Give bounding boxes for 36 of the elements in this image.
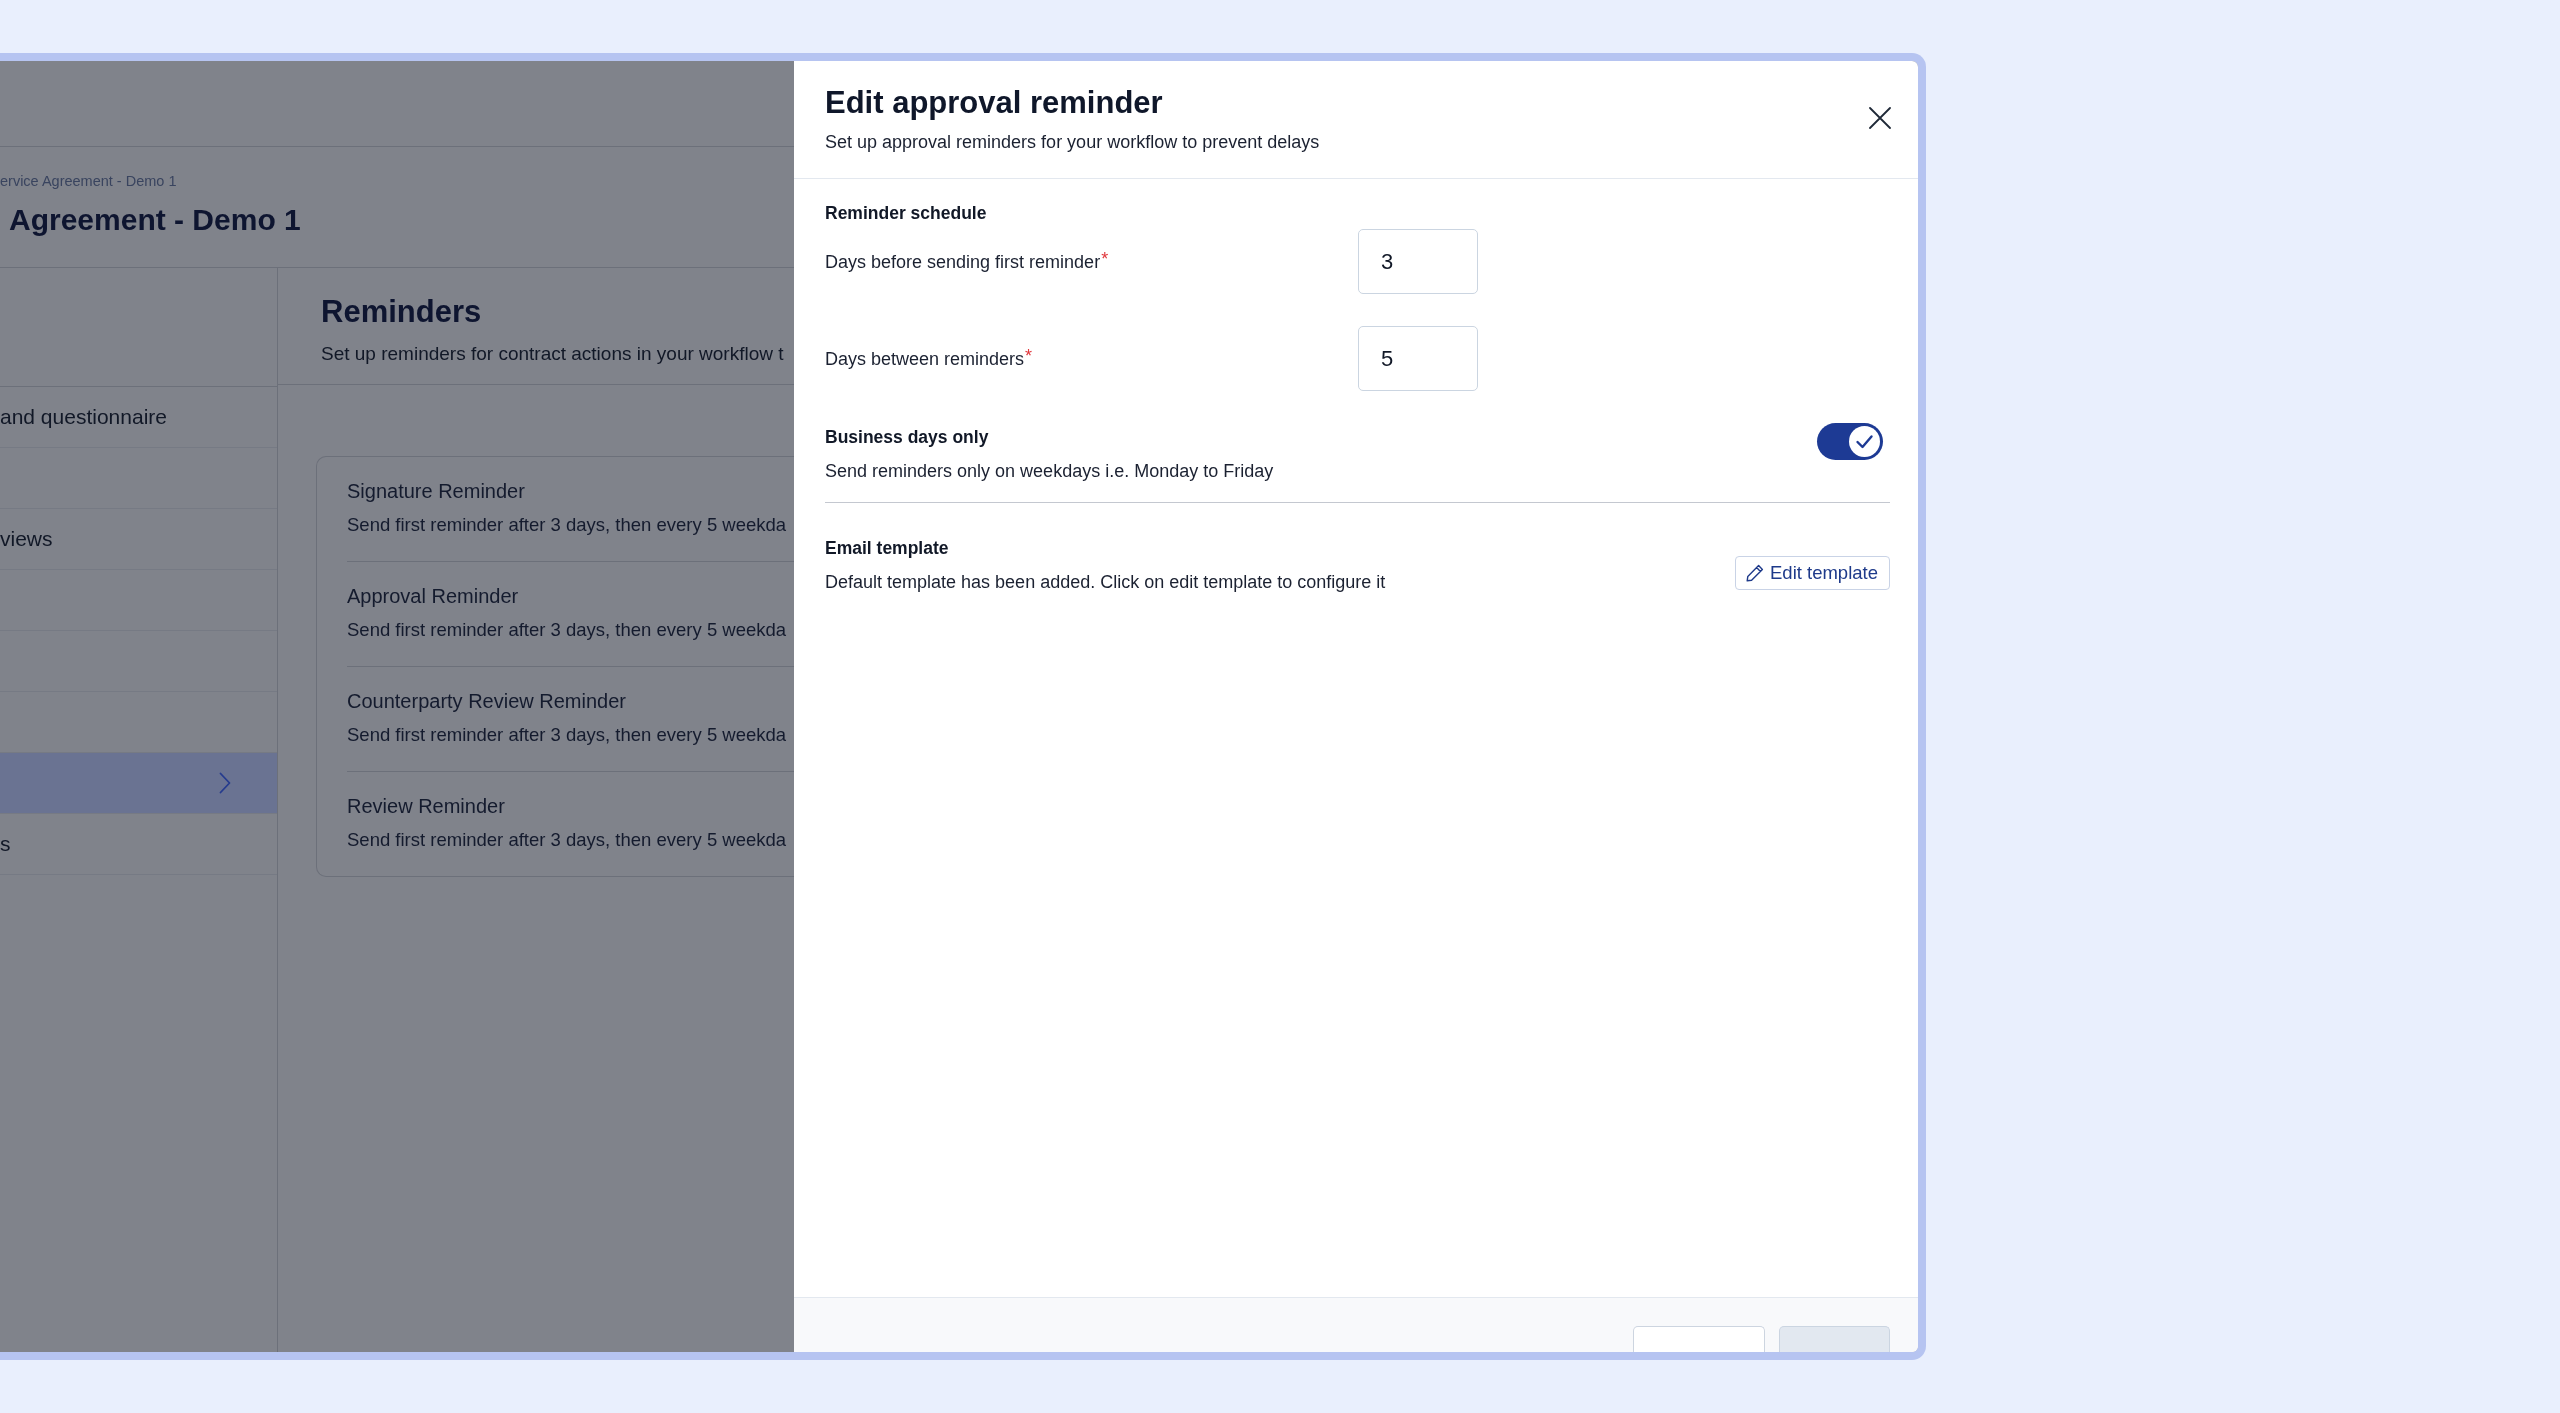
dialog-title: Edit approval reminder xyxy=(825,84,1163,122)
days-input[interactable]: 5 xyxy=(1358,326,1478,391)
check-icon xyxy=(1849,426,1880,457)
setting-title: Email template xyxy=(825,538,949,558)
sidebar-item[interactable] xyxy=(0,753,277,814)
days-input[interactable]: 3 xyxy=(1358,229,1478,294)
required-asterisk: * xyxy=(1025,347,1033,368)
section-heading: Reminder schedule xyxy=(825,203,987,223)
setting-title: Business days only xyxy=(825,427,989,447)
reminder-title[interactable]: Approval Reminder xyxy=(347,584,519,608)
setting-description: Default template has been added. Click on edit template to configure it xyxy=(825,571,1386,593)
setting-description: Send reminders only on weekdays i.e. Monday to Friday xyxy=(825,460,1274,482)
section-title: Reminders xyxy=(321,294,482,330)
reminder-title[interactable]: Counterparty Review Reminder xyxy=(347,689,626,713)
reminder-title[interactable]: Signature Reminder xyxy=(347,479,525,503)
sidebar-item[interactable]: and questionnaire xyxy=(0,387,277,448)
breadcrumb[interactable]: ervice Agreement - Demo 1 xyxy=(0,172,177,190)
reminder-description: Send first reminder after 3 days, then every 5 weekda xyxy=(347,514,787,536)
footer-button[interactable] xyxy=(1633,1326,1765,1352)
required-asterisk: * xyxy=(1101,250,1109,271)
edit-template-button[interactable]: Edit template xyxy=(1735,556,1890,590)
pencil-icon xyxy=(1746,564,1764,582)
sidebar-item[interactable]: views xyxy=(0,509,277,570)
toggle-switch[interactable] xyxy=(1817,423,1883,460)
page-title: Agreement - Demo 1 xyxy=(9,202,301,238)
reminder-description: Send first reminder after 3 days, then every 5 weekda xyxy=(347,829,787,851)
reminder-title[interactable]: Review Reminder xyxy=(347,794,505,818)
reminder-description: Send first reminder after 3 days, then every 5 weekda xyxy=(347,619,787,641)
reminder-description: Send first reminder after 3 days, then every 5 weekda xyxy=(347,724,787,746)
section-subtitle: Set up reminders for contract actions in your workflow t xyxy=(321,343,784,365)
sidebar-item[interactable]: s xyxy=(0,814,277,875)
dialog-subtitle: Set up approval reminders for your workflow to prevent delays xyxy=(825,131,1320,153)
field-label: Days between reminders xyxy=(825,347,1025,370)
chevron-right-icon xyxy=(219,772,231,794)
field-label: Days before sending first reminder xyxy=(825,250,1101,273)
close-icon[interactable] xyxy=(1869,107,1891,129)
